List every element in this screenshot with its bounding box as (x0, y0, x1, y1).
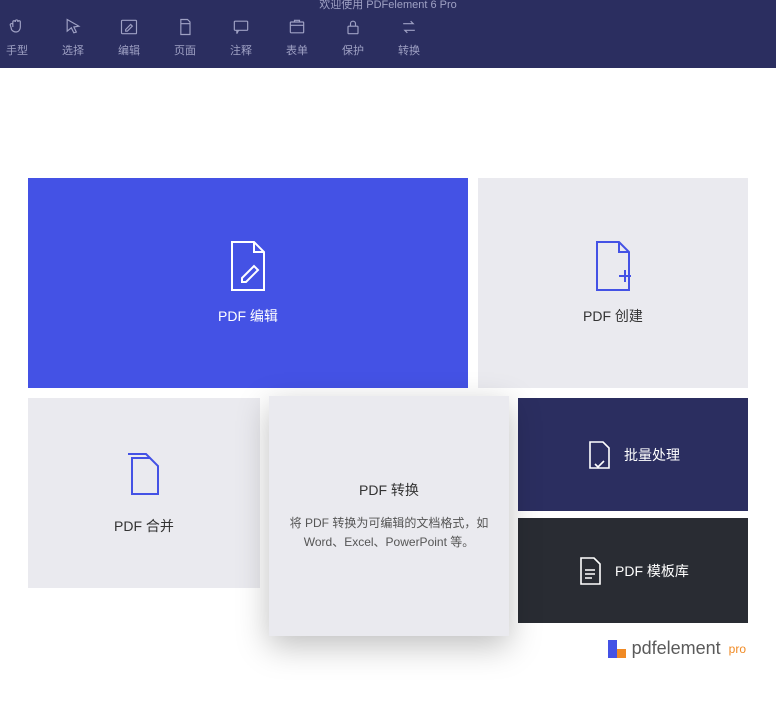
tool-page[interactable]: 页面 (172, 16, 198, 58)
tool-comment[interactable]: 注释 (228, 16, 254, 58)
tool-form[interactable]: 表单 (284, 16, 310, 58)
tile-pdf-combine[interactable]: PDF 合并 (28, 398, 260, 588)
file-check-icon (586, 440, 612, 470)
tool-edit[interactable]: 编辑 (116, 16, 142, 58)
tile-pdf-edit[interactable]: PDF 编辑 (28, 178, 468, 388)
main-toolbar: 手型 选择 编辑 页面 注释 表单 保护 (0, 14, 776, 68)
tile-batch-process[interactable]: 批量处理 (518, 398, 748, 511)
tile-pdf-create[interactable]: PDF 创建 (478, 178, 748, 388)
popup-title: PDF 转换 (359, 480, 419, 500)
pencil-icon (119, 16, 139, 38)
lock-icon (343, 16, 363, 38)
welcome-content: PDF 编辑 PDF 创建 PDF 合并 批量处理 PDF 模 (0, 68, 776, 178)
tool-convert[interactable]: 转换 (396, 16, 422, 58)
cursor-icon (63, 16, 83, 38)
tool-label: 选择 (62, 42, 84, 58)
brand-name: pdfelement (632, 638, 721, 659)
tile-label: PDF 编辑 (218, 306, 278, 326)
file-edit-icon (226, 240, 270, 292)
tool-label: 手型 (6, 42, 28, 58)
tile-label: PDF 创建 (583, 306, 643, 326)
tool-label: 转换 (398, 42, 420, 58)
app-branding: pdfelement pro (608, 638, 746, 659)
tool-label: 保护 (342, 42, 364, 58)
tool-protect[interactable]: 保护 (340, 16, 366, 58)
tile-label: 批量处理 (624, 445, 680, 465)
tool-select[interactable]: 选择 (60, 16, 86, 58)
comment-icon (231, 16, 251, 38)
tool-label: 页面 (174, 42, 196, 58)
file-lines-icon (577, 556, 603, 586)
brand-suffix: pro (729, 642, 746, 656)
tool-hand[interactable]: 手型 (4, 16, 30, 58)
page-icon (175, 16, 195, 38)
tile-pdf-convert-popup[interactable]: PDF 转换 将 PDF 转换为可编辑的文档格式，如 Word、Excel、Po… (269, 396, 509, 636)
hand-icon (7, 16, 27, 38)
brand-logo-icon (608, 640, 626, 658)
tool-label: 注释 (230, 42, 252, 58)
tool-label: 编辑 (118, 42, 140, 58)
window-title: 欢迎使用 PDFelement 6 Pro (0, 0, 776, 14)
tile-label: PDF 模板库 (615, 561, 689, 581)
popup-description: 将 PDF 转换为可编辑的文档格式，如 Word、Excel、PowerPoin… (289, 514, 489, 552)
files-stack-icon (122, 450, 166, 502)
convert-icon (399, 16, 419, 38)
form-icon (287, 16, 307, 38)
file-plus-icon (591, 240, 635, 292)
tile-pdf-templates[interactable]: PDF 模板库 (518, 518, 748, 623)
tile-label: PDF 合并 (114, 516, 174, 536)
tool-label: 表单 (286, 42, 308, 58)
